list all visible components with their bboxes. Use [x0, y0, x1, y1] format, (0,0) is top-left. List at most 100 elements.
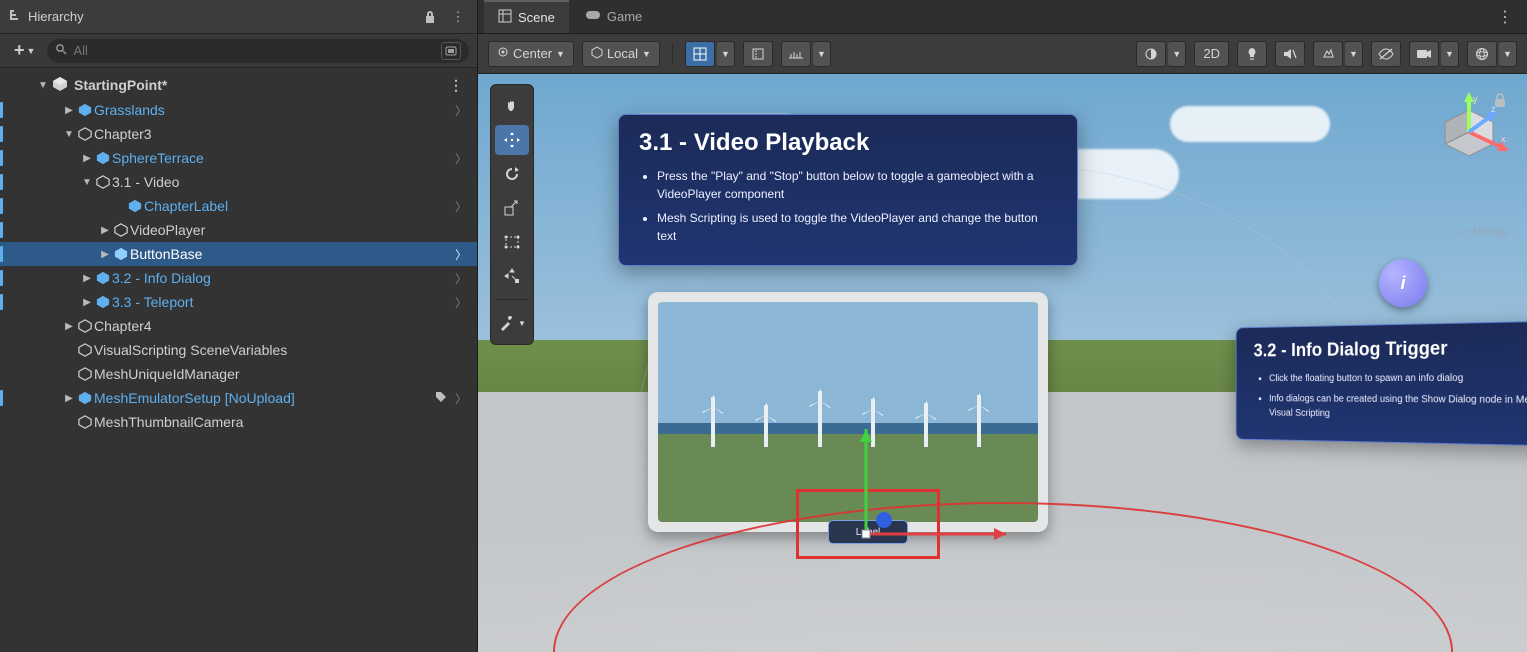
- tree-item-teleport[interactable]: ▶ 3.3 - Teleport 〉: [0, 290, 477, 314]
- tabs-menu-icon[interactable]: ⋮: [1489, 7, 1521, 27]
- chevron-right-icon[interactable]: 〉: [455, 246, 467, 263]
- tree-item-vs-vars[interactable]: VisualScripting SceneVariables: [0, 338, 477, 362]
- foldout-icon[interactable]: ▶: [62, 393, 76, 404]
- tree-item-grasslands[interactable]: ▶ Grasslands 〉: [0, 98, 477, 122]
- tree-item-chapter3[interactable]: ▼ Chapter3: [0, 122, 477, 146]
- create-button[interactable]: + ▼: [8, 38, 41, 63]
- tab-game[interactable]: Game: [571, 0, 656, 33]
- hierarchy-search[interactable]: [47, 39, 469, 63]
- plus-icon: +: [14, 40, 25, 61]
- foldout-icon[interactable]: ▼: [62, 129, 76, 140]
- tree-item-video[interactable]: ▼ 3.1 - Video: [0, 170, 477, 194]
- lock-icon[interactable]: [419, 6, 441, 28]
- tree-item-button-base[interactable]: ▶ ButtonBase 〉: [0, 242, 477, 266]
- tree-item-chapter-label[interactable]: ChapterLabel 〉: [0, 194, 477, 218]
- tree-label: 3.1 - Video: [112, 174, 179, 190]
- snap-increment-button[interactable]: [743, 41, 773, 67]
- tree-item-sphere-terrace[interactable]: ▶ SphereTerrace 〉: [0, 146, 477, 170]
- hierarchy-tree[interactable]: ▼ StartingPoint* ⋮ ▶ Grasslands 〉 ▼: [0, 68, 477, 652]
- move-tool-button[interactable]: [495, 125, 529, 155]
- scene-panel: Scene Game ⋮ Center ▼ Local ▼: [478, 0, 1527, 652]
- tree-item-mesh-uid[interactable]: MeshUniqueIdManager: [0, 362, 477, 386]
- gameobject-icon: [76, 127, 94, 141]
- lighting-button[interactable]: [1237, 41, 1267, 67]
- chevron-right-icon[interactable]: 〉: [455, 390, 467, 407]
- foldout-icon[interactable]: ▶: [62, 321, 76, 332]
- foldout-icon[interactable]: ▶: [98, 225, 112, 236]
- increment-snapping-button[interactable]: [781, 41, 811, 67]
- scene-menu-icon[interactable]: ⋮: [449, 77, 463, 94]
- tree-label: VideoPlayer: [130, 222, 205, 238]
- tree-label: Chapter4: [94, 318, 152, 334]
- cube-icon: [591, 46, 603, 61]
- rect-tool-button[interactable]: [495, 227, 529, 257]
- prefab-icon: [76, 103, 94, 117]
- grid-snap-button[interactable]: [685, 41, 715, 67]
- tab-scene[interactable]: Scene: [484, 0, 569, 33]
- tree-item-chapter4[interactable]: ▶ Chapter4: [0, 314, 477, 338]
- increment-snap-caret[interactable]: ▼: [813, 41, 831, 67]
- perspective-label[interactable]: ◁ Persp: [1461, 224, 1507, 239]
- info-bubble[interactable]: i: [1379, 259, 1427, 307]
- scene-viewport[interactable]: ▼ 3.1 - Video Playback Press the "Play" …: [478, 74, 1527, 652]
- hierarchy-panel: Hierarchy ⋮ + ▼: [0, 0, 478, 652]
- hierarchy-title: Hierarchy: [28, 9, 84, 24]
- tree-label: MeshUniqueIdManager: [94, 366, 240, 382]
- tree-item-mesh-emulator[interactable]: ▶ MeshEmulatorSetup [NoUpload] 〉: [0, 386, 477, 410]
- effects-button[interactable]: [1313, 41, 1343, 67]
- foldout-icon[interactable]: ▶: [98, 249, 112, 260]
- foldout-icon[interactable]: ▶: [80, 153, 94, 164]
- card-bullet: Info dialogs can be created using the Sh…: [1269, 392, 1527, 425]
- handle-rotation-button[interactable]: Local ▼: [582, 41, 660, 67]
- tree-item-info-dialog[interactable]: ▶ 3.2 - Info Dialog 〉: [0, 266, 477, 290]
- chevron-right-icon[interactable]: 〉: [455, 102, 467, 119]
- custom-tools-button[interactable]: ▼: [495, 308, 529, 338]
- mode-2d-button[interactable]: 2D: [1194, 41, 1229, 67]
- audio-button[interactable]: [1275, 41, 1305, 67]
- prefab-icon: [94, 151, 112, 165]
- prefab-icon: [94, 295, 112, 309]
- tree-label: SphereTerrace: [112, 150, 204, 166]
- tree-label: 3.3 - Teleport: [112, 294, 193, 310]
- gizmos-button[interactable]: [1467, 41, 1497, 67]
- tab-label: Game: [607, 9, 642, 24]
- camera-button[interactable]: [1409, 41, 1439, 67]
- tree-item-mesh-thumb[interactable]: MeshThumbnailCamera: [0, 410, 477, 434]
- panel-menu-icon[interactable]: ⋮: [447, 6, 469, 28]
- tree-item-video-player[interactable]: ▶ VideoPlayer: [0, 218, 477, 242]
- gameobject-icon: [94, 175, 112, 189]
- foldout-icon[interactable]: ▼: [38, 80, 48, 91]
- card-bullet: Mesh Scripting is used to toggle the Vid…: [657, 209, 1057, 245]
- chevron-right-icon[interactable]: 〉: [455, 198, 467, 215]
- camera-caret[interactable]: ▼: [1441, 41, 1459, 67]
- rotate-tool-button[interactable]: [495, 159, 529, 189]
- draw-mode-button[interactable]: [1136, 41, 1166, 67]
- visibility-button[interactable]: [1371, 41, 1401, 67]
- pivot-mode-button[interactable]: Center ▼: [488, 41, 574, 67]
- tree-label: VisualScripting SceneVariables: [94, 342, 287, 358]
- scale-tool-button[interactable]: [495, 193, 529, 223]
- gizmos-caret[interactable]: ▼: [1499, 41, 1517, 67]
- transform-tool-button[interactable]: [495, 261, 529, 291]
- tab-label: Scene: [518, 10, 555, 25]
- foldout-icon[interactable]: ▶: [62, 105, 76, 116]
- info-dialog-card: 3.2 - Info Dialog Trigger Click the floa…: [1236, 320, 1527, 447]
- foldout-icon[interactable]: ▶: [80, 273, 94, 284]
- draw-mode-caret[interactable]: ▼: [1168, 41, 1186, 67]
- foldout-icon[interactable]: ▶: [80, 297, 94, 308]
- unity-scene-icon: [52, 76, 68, 95]
- chevron-right-icon[interactable]: 〉: [455, 150, 467, 167]
- hierarchy-toolbar: + ▼: [0, 34, 477, 68]
- search-mode-icon[interactable]: [441, 42, 461, 60]
- grid-snap-caret[interactable]: ▼: [717, 41, 735, 67]
- tree-label: Chapter3: [94, 126, 152, 142]
- chevron-right-icon[interactable]: 〉: [455, 270, 467, 287]
- chevron-right-icon[interactable]: 〉: [455, 294, 467, 311]
- orientation-gizmo[interactable]: y x z: [1429, 92, 1509, 172]
- effects-caret[interactable]: ▼: [1345, 41, 1363, 67]
- search-input[interactable]: [73, 43, 435, 58]
- foldout-icon[interactable]: ▼: [80, 177, 94, 188]
- tag-icon[interactable]: [435, 391, 447, 406]
- scene-row[interactable]: ▼ StartingPoint* ⋮: [0, 72, 477, 98]
- view-tool-button[interactable]: [495, 91, 529, 121]
